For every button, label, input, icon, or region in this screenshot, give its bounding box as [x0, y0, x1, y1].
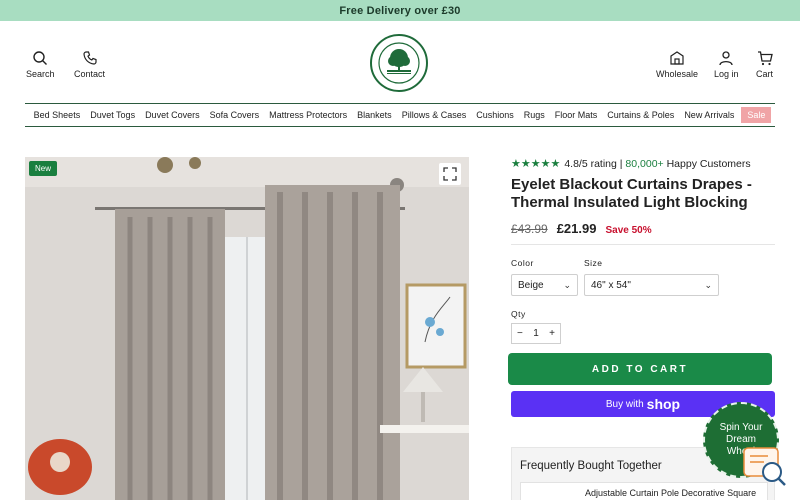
spin-line-1: Spin Your — [719, 422, 763, 433]
color-label: Color — [511, 258, 534, 268]
tree-logo-icon — [378, 42, 420, 84]
qty-value[interactable]: 1 — [533, 328, 539, 339]
nav-item-blankets[interactable]: Blankets — [352, 110, 397, 120]
nav-item-sofa-covers[interactable]: Sofa Covers — [205, 110, 265, 120]
nav-item-curtains-poles[interactable]: Curtains & Poles — [602, 110, 679, 120]
curtain-photo — [25, 157, 469, 500]
nav-item-sale[interactable]: Sale — [741, 107, 772, 123]
chevron-down-icon: ⌄ — [563, 279, 571, 290]
qty-plus-button[interactable]: + — [549, 328, 555, 339]
cart-icon — [757, 51, 773, 66]
nav-item-duvet-covers[interactable]: Duvet Covers — [140, 110, 205, 120]
shop-prefix: Buy with — [605, 398, 644, 410]
rating-stars-icon: ★★★★★ — [511, 158, 561, 170]
add-to-cart-label: ADD TO CART — [591, 363, 689, 375]
spin-line-2: Dream — [725, 434, 756, 445]
new-badge: New — [29, 161, 58, 176]
login-label: Log in — [714, 69, 739, 79]
promo-text: Free Delivery over £30 — [339, 4, 461, 17]
rating-text: 4.8/5 rating | — [564, 157, 623, 170]
contact-button[interactable]: Contact — [74, 50, 105, 79]
customers-suffix: Happy Customers — [666, 157, 751, 170]
fbt-item-label: Adjustable Curtain Pole Decorative Squar… — [585, 488, 757, 498]
fbt-item[interactable]: Adjustable Curtain Pole Decorative Squar… — [520, 482, 768, 500]
product-image[interactable]: New — [25, 157, 469, 500]
qty-label: Qty — [511, 309, 526, 319]
quantity-stepper: − 1 + — [511, 323, 561, 344]
nav-item-pillows-cases[interactable]: Pillows & Cases — [397, 110, 472, 120]
contact-label: Contact — [74, 69, 106, 79]
nav-item-bed-sheets[interactable]: Bed Sheets — [29, 110, 86, 120]
save-badge: Save 50% — [605, 225, 652, 236]
fbt-title: Frequently Bought Together — [520, 460, 662, 472]
nav-item-floor-mats[interactable]: Floor Mats — [550, 110, 603, 120]
nav-item-cushions[interactable]: Cushions — [471, 110, 519, 120]
expand-icon — [443, 167, 457, 181]
cart-label: Cart — [756, 69, 774, 79]
chat-search-icon — [743, 447, 786, 486]
size-value: 46" x 54" — [591, 279, 631, 291]
rating-row: ★★★★★ 4.8/5 rating | 80,000+ Happy Custo… — [511, 157, 775, 171]
size-select[interactable]: 46" x 54" ⌄ — [584, 274, 719, 296]
product-info: ★★★★★ 4.8/5 rating | 80,000+ Happy Custo… — [511, 157, 775, 245]
wholesale-label: Wholesale — [656, 69, 699, 79]
user-icon — [719, 51, 733, 66]
cart-button[interactable]: Cart — [756, 50, 773, 79]
brand-logo[interactable] — [370, 34, 428, 92]
color-select[interactable]: Beige ⌄ — [511, 274, 578, 296]
add-to-cart-button[interactable]: ADD TO CART — [508, 353, 772, 385]
customers-count: 80,000+ — [625, 157, 664, 170]
shop-brand: shop — [646, 396, 681, 412]
chat-widget-button[interactable] — [742, 446, 788, 488]
product-title: Eyelet Blackout Curtains Drapes - Therma… — [511, 176, 752, 211]
login-button[interactable]: Log in — [714, 50, 739, 79]
color-value: Beige — [518, 279, 544, 291]
search-label: Search — [26, 69, 55, 79]
sale-price: £21.99 — [556, 221, 597, 236]
search-button[interactable]: Search — [26, 50, 55, 79]
phone-icon — [82, 51, 97, 65]
main-nav: Bed Sheets Duvet Togs Duvet Covers Sofa … — [25, 103, 775, 127]
nav-item-new-arrivals[interactable]: New Arrivals — [679, 110, 739, 120]
old-price: £43.99 — [511, 222, 548, 236]
qty-minus-button[interactable]: − — [517, 328, 523, 339]
search-icon — [33, 51, 48, 65]
price-row: £43.99 £21.99 Save 50% — [511, 221, 775, 245]
nav-item-duvet-togs[interactable]: Duvet Togs — [85, 110, 140, 120]
nav-item-mattress-protectors[interactable]: Mattress Protectors — [264, 110, 352, 120]
chevron-down-icon: ⌄ — [704, 279, 712, 290]
store-icon — [670, 51, 684, 65]
wholesale-button[interactable]: Wholesale — [656, 50, 698, 79]
promo-bar: Free Delivery over £30 — [0, 0, 800, 21]
expand-image-button[interactable] — [439, 163, 461, 185]
size-label: Size — [584, 258, 603, 268]
nav-item-rugs[interactable]: Rugs — [519, 110, 550, 120]
